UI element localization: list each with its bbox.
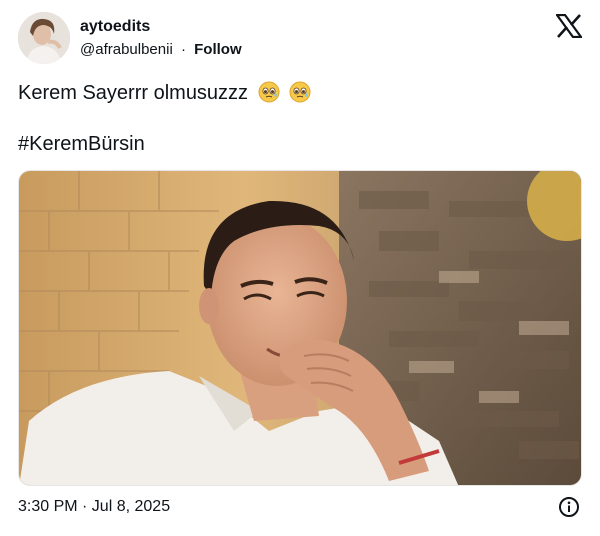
- separator-dot: ·: [180, 41, 186, 58]
- avatar[interactable]: [18, 12, 70, 64]
- follow-button[interactable]: Follow: [194, 41, 242, 58]
- tweet-text-content: Kerem Sayerrr olmusuzzz: [18, 82, 249, 104]
- teary-face-emoji-icon: [258, 81, 280, 110]
- tweet-text: Kerem Sayerrr olmusuzzz: [18, 80, 311, 110]
- avatar-image: [18, 12, 70, 64]
- tweet-timestamp[interactable]: 3:30 PM · Jul 8, 2025: [18, 498, 170, 516]
- hashtag-link[interactable]: #KeremBürsin: [18, 133, 145, 156]
- photo-image: [19, 171, 581, 485]
- author-display-name[interactable]: aytoedits: [80, 18, 150, 36]
- author-handle[interactable]: @afrabulbenii: [80, 41, 173, 58]
- teary-face-emoji-icon: [289, 81, 311, 110]
- info-icon[interactable]: [558, 496, 580, 518]
- tweet-photo[interactable]: [18, 170, 582, 486]
- author-handle-row: @afrabulbenii · Follow: [80, 41, 242, 58]
- x-logo-icon[interactable]: [554, 13, 584, 39]
